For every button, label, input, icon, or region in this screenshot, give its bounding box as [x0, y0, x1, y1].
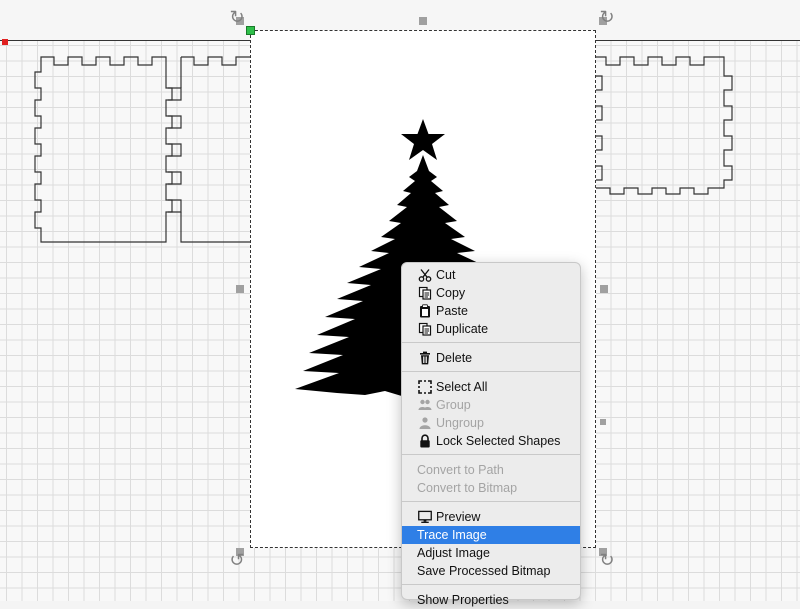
- menu-item-label: Adjust Image: [417, 546, 490, 560]
- menu-item-label: Lock Selected Shapes: [436, 434, 561, 448]
- menu-item-label: Ungroup: [436, 416, 484, 430]
- duplicate-icon: [418, 322, 432, 336]
- box-panel-left: [34, 56, 173, 243]
- box-panel-middle: [180, 56, 250, 243]
- clipboard-icon: [418, 304, 432, 318]
- menu-separator: [402, 501, 580, 502]
- group-icon: [418, 398, 432, 412]
- resize-handle-top[interactable]: [419, 17, 427, 25]
- menu-item-label: Save Processed Bitmap: [417, 564, 551, 578]
- box-panel-right: [596, 56, 733, 195]
- menu-item-label: Cut: [436, 268, 456, 282]
- rotate-handle-bottom-left-icon[interactable]: ↺: [228, 551, 246, 569]
- menu-item-label: Convert to Path: [417, 463, 504, 477]
- menu-item-group[interactable]: Group: [402, 396, 580, 414]
- rotate-handle-top-left-icon[interactable]: ↻: [228, 8, 246, 26]
- menu-item-ungroup[interactable]: Ungroup: [402, 414, 580, 432]
- menu-item-copy[interactable]: Copy: [402, 284, 580, 302]
- menu-item-label: Preview: [436, 510, 481, 524]
- trash-icon: [418, 351, 432, 365]
- menu-item-duplicate[interactable]: Duplicate: [402, 320, 580, 338]
- origin-handle[interactable]: [246, 26, 255, 35]
- menu-separator: [402, 342, 580, 343]
- scissors-icon: [418, 268, 432, 282]
- menu-item-paste[interactable]: Paste: [402, 302, 580, 320]
- resize-handle-right-lower[interactable]: [600, 419, 606, 425]
- menu-item-label: Duplicate: [436, 322, 489, 336]
- menu-item-label: Convert to Bitmap: [417, 481, 518, 495]
- menu-item-lock-selected-shapes[interactable]: Lock Selected Shapes: [402, 432, 580, 450]
- monitor-icon: [418, 510, 432, 524]
- menu-item-adjust-image[interactable]: Adjust Image: [402, 544, 580, 562]
- resize-handle-right[interactable]: [600, 285, 608, 293]
- box-panel-right-edge: [596, 75, 603, 181]
- menu-item-trace-image[interactable]: Trace Image: [402, 526, 580, 544]
- lock-icon: [418, 434, 432, 448]
- menu-item-select-all[interactable]: Select All: [402, 378, 580, 396]
- menu-item-label: Show Properties: [417, 593, 509, 607]
- menu-item-preview[interactable]: Preview: [402, 508, 580, 526]
- ungroup-icon: [418, 416, 432, 430]
- rotate-handle-top-right-icon[interactable]: ↻: [598, 8, 616, 26]
- menu-item-label: Copy: [436, 286, 466, 300]
- rotate-handle-bottom-right-icon[interactable]: ↻: [598, 551, 616, 569]
- menu-item-label: Paste: [436, 304, 468, 318]
- box-panel-joints: [168, 87, 182, 213]
- select-all-icon: [418, 380, 432, 394]
- menu-item-label: Group: [436, 398, 471, 412]
- menu-separator: [402, 454, 580, 455]
- menu-item-cut[interactable]: Cut: [402, 266, 580, 284]
- menu-item-convert-to-path[interactable]: Convert to Path: [402, 461, 580, 479]
- menu-item-label: Trace Image: [417, 528, 487, 542]
- menu-separator: [402, 584, 580, 585]
- menu-separator: [402, 371, 580, 372]
- context-menu: Cut Copy Paste Duplicate Delete Select A…: [401, 262, 581, 607]
- copy-icon: [418, 286, 432, 300]
- menu-item-convert-to-bitmap[interactable]: Convert to Bitmap: [402, 479, 580, 497]
- resize-handle-left[interactable]: [236, 285, 244, 293]
- menu-item-show-properties[interactable]: Show Properties: [402, 591, 580, 609]
- menu-item-delete[interactable]: Delete: [402, 349, 580, 367]
- menu-item-label: Select All: [436, 380, 488, 394]
- tree-star: [401, 119, 445, 160]
- menu-item-label: Delete: [436, 351, 473, 365]
- workspace-canvas[interactable]: ↻ ↻ ↺ ↻: [0, 0, 800, 601]
- menu-item-save-processed-bitmap[interactable]: Save Processed Bitmap: [402, 562, 580, 580]
